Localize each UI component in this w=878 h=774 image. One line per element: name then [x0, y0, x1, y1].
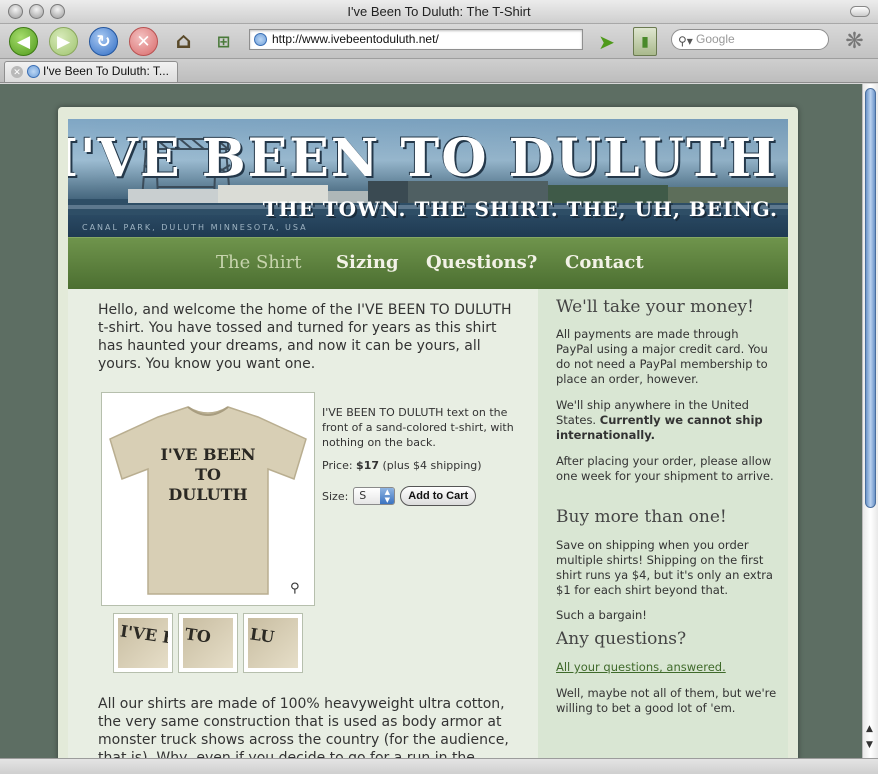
add-to-cart-button[interactable]: Add to Cart [400, 486, 477, 506]
thumbnail-2[interactable]: TO [178, 613, 238, 673]
shirt-print-line-2: TO [195, 465, 221, 484]
scrollbar-thumb[interactable] [865, 88, 876, 508]
new-tab-icon: ⊞ [216, 32, 231, 51]
price-note: (plus $4 shipping) [382, 459, 482, 472]
sidebar-heading-money: We'll take your money! [556, 297, 754, 317]
shirt-print: I'VE BEEN TO DULUTH [108, 445, 308, 505]
intro-paragraph: Hello, and welcome the home of the I'VE … [98, 302, 512, 372]
stop-x-icon: ✕ [136, 31, 151, 52]
sidebar-bargain-text: Such a bargain! [556, 608, 647, 622]
search-icon: ⚲▾ [678, 34, 693, 48]
toolbar-toggle-button[interactable] [850, 6, 870, 17]
home-button[interactable]: ⌂ [169, 27, 198, 56]
web-viewport: I'VE BEEN TO DULUTH THE TOWN. THE SHIRT.… [0, 84, 862, 758]
sidebar-shipping-text: We'll ship anywhere in the United States… [556, 398, 778, 443]
reload-icon: ↻ [96, 31, 111, 52]
thumbnail-1[interactable]: I'VE BE [113, 613, 173, 673]
reload-button[interactable]: ↻ [89, 27, 118, 56]
search-placeholder: Google [696, 32, 735, 46]
browser-window: I've Been To Duluth: The T-Shirt ◀ ▶ ↻ ✕… [0, 0, 878, 774]
vertical-scrollbar[interactable]: ▲ ▼ [862, 84, 878, 758]
shirt-photo-inner: I'VE BEEN TO DULUTH [108, 399, 308, 599]
questions-answered-link[interactable]: All your questions, answered. [556, 660, 726, 674]
site-globe-icon [254, 33, 267, 46]
forward-arrow-icon: ▶ [56, 31, 71, 52]
sidebar-payments-text: All payments are made through PayPal usi… [556, 327, 768, 386]
main-content: Hello, and welcome the home of the I'VE … [68, 289, 538, 758]
loading-spinner-icon: ❋ [845, 29, 864, 54]
price-label: Price: [322, 459, 353, 472]
price-line: Price: $17 (plus $4 shipping) [322, 459, 482, 472]
nav-sizing[interactable]: Sizing [336, 252, 399, 273]
page-container: I'VE BEEN TO DULUTH THE TOWN. THE SHIRT.… [58, 107, 798, 758]
thumbnail-1-image: I'VE BE [118, 618, 168, 668]
sidebar-closing-text: Well, maybe not all of them, but we're w… [556, 686, 777, 715]
cotton-paragraph: All our shirts are made of 100% heavywei… [98, 696, 509, 758]
banner-title: I'VE BEEN TO DULUTH [68, 128, 778, 189]
shirt-print-line-3: DULUTH [168, 485, 248, 504]
bookmark-ribbon-icon: ▮ [641, 33, 649, 50]
bookmark-add-button[interactable]: ➤ [592, 27, 621, 56]
sidebar-heading-questions: Any questions? [556, 629, 687, 649]
size-select-value: S [359, 489, 367, 502]
sidebar-multi-shirt-text: Save on shipping when you order multiple… [556, 538, 773, 597]
forward-button[interactable]: ▶ [49, 27, 78, 56]
title-bar: I've Been To Duluth: The T-Shirt [0, 0, 878, 24]
bookmark-star-icon: ➤ [598, 29, 615, 54]
thumbnail-2-text: TO [183, 624, 213, 647]
thumbnail-3-text: LU [248, 624, 276, 647]
bookmarks-button[interactable]: ▮ [633, 27, 657, 56]
size-label: Size: [322, 489, 349, 503]
nav-questions[interactable]: Questions? [426, 252, 537, 273]
shirt-print-line-1: I'VE BEEN [160, 445, 256, 464]
thumbnail-1-text: I'VE BE [119, 621, 168, 650]
browser-toolbar: ◀ ▶ ↻ ✕ ⌂ ⊞ http://www.ivebeentoduluth.n… [0, 24, 878, 59]
zoom-magnifier-icon[interactable]: ⚲ [290, 581, 304, 596]
scroll-down-arrow-icon[interactable]: ▼ [866, 740, 873, 750]
back-arrow-icon: ◀ [16, 31, 31, 52]
stop-button[interactable]: ✕ [129, 27, 158, 56]
close-tab-icon[interactable]: ✕ [11, 66, 23, 78]
url-text: http://www.ivebeentoduluth.net/ [272, 32, 439, 46]
new-tab-button[interactable]: ⊞ [209, 27, 238, 56]
header-banner: I'VE BEEN TO DULUTH THE TOWN. THE SHIRT.… [68, 119, 788, 237]
select-arrows-icon: ▲ ▼ [380, 488, 395, 504]
status-bar [0, 758, 878, 774]
thumbnail-3[interactable]: LU [243, 613, 303, 673]
thumbnail-3-image: LU [248, 618, 298, 668]
nav-contact[interactable]: Contact [565, 252, 644, 273]
product-description: I'VE BEEN TO DULUTH text on the front of… [322, 406, 514, 449]
tab-duluth[interactable]: ✕ I've Been To Duluth: T... [4, 61, 178, 82]
sidebar-heading-buy-more: Buy more than one! [556, 507, 727, 527]
price-value: $17 [356, 459, 380, 472]
address-bar[interactable]: http://www.ivebeentoduluth.net/ [249, 29, 583, 50]
sidebar: We'll take your money! All payments are … [538, 289, 788, 758]
search-input[interactable]: ⚲▾ Google [671, 29, 829, 50]
banner-caption: CANAL PARK, DULUTH MINNESOTA, USA [82, 223, 308, 232]
tab-bar: ✕ I've Been To Duluth: T... [0, 59, 878, 83]
thumbnail-2-image: TO [183, 618, 233, 668]
tab-globe-icon [27, 65, 40, 78]
scroll-up-arrow-icon[interactable]: ▲ [866, 724, 873, 734]
shirt-photo[interactable]: I'VE BEEN TO DULUTH ⚲ [101, 392, 315, 606]
window-title: I've Been To Duluth: The T-Shirt [347, 4, 531, 19]
nav-the-shirt[interactable]: The Shirt [216, 252, 302, 273]
home-icon: ⌂ [175, 29, 192, 54]
tab-label: I've Been To Duluth: T... [43, 64, 169, 78]
banner-subtitle: THE TOWN. THE SHIRT. THE, UH, BEING. [262, 197, 778, 221]
main-nav: The Shirt Sizing Questions? Contact [68, 237, 788, 289]
size-select[interactable]: S ▲ ▼ [353, 487, 396, 505]
sidebar-delivery-text: After placing your order, please allow o… [556, 454, 774, 483]
back-button[interactable]: ◀ [9, 27, 38, 56]
size-row: Size: S ▲ ▼ Add to Cart [322, 486, 477, 506]
